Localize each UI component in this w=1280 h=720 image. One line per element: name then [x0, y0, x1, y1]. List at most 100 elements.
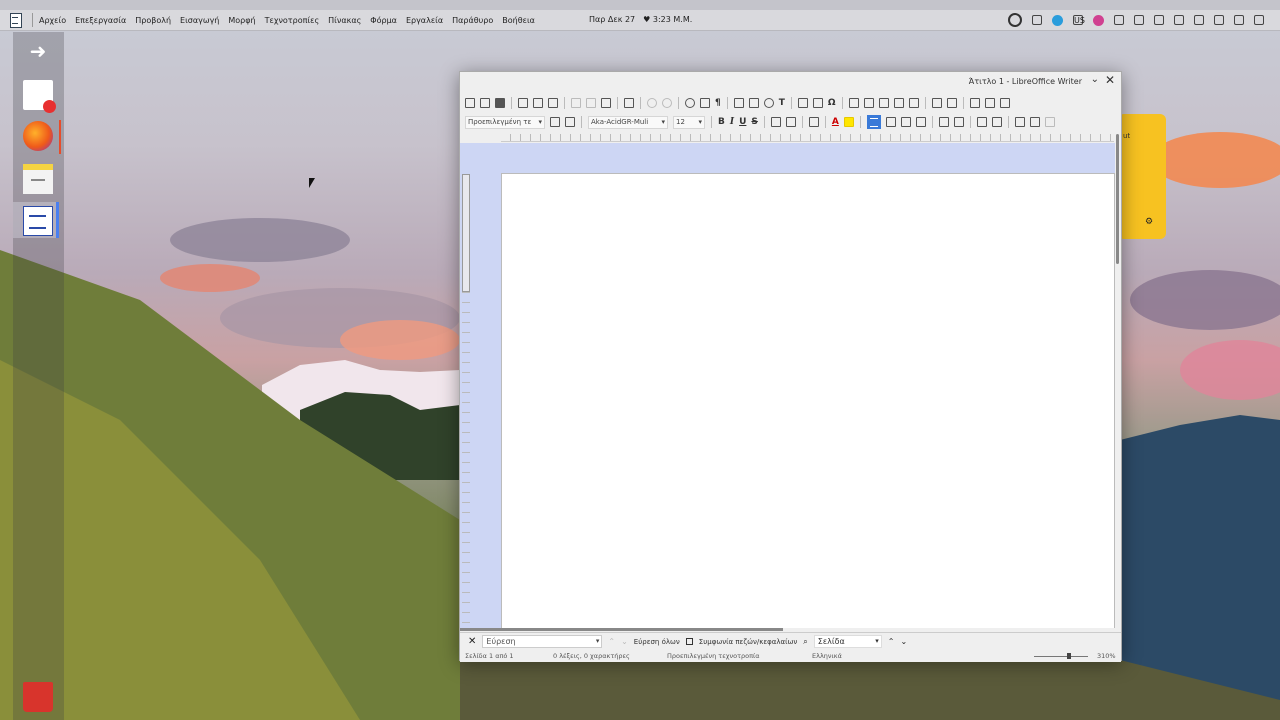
print-icon[interactable]	[533, 98, 543, 108]
navigate-down-icon[interactable]: ⌄	[900, 637, 907, 646]
insert-textbox-icon[interactable]: T	[779, 98, 785, 108]
status-page[interactable]: Σελίδα 1 από 1	[465, 652, 514, 660]
align-right-icon[interactable]	[900, 117, 911, 127]
minimize-icon[interactable]: ⌄	[1091, 74, 1099, 85]
vertical-scrollbar[interactable]	[1115, 134, 1121, 628]
font-size-dropdown[interactable]: 12	[673, 115, 705, 129]
find-next-icon[interactable]: ⌄	[621, 637, 628, 646]
status-page-style[interactable]: Προεπιλεγμένη τεχνοτροπία	[667, 652, 760, 660]
insert-table-icon[interactable]	[733, 98, 744, 108]
brightness-icon[interactable]	[1008, 13, 1022, 27]
app-indicator-icon[interactable]	[1093, 14, 1104, 26]
writer-icon[interactable]	[23, 206, 53, 236]
new-style-icon[interactable]	[565, 117, 575, 127]
gear-icon[interactable]: ⚙	[1145, 217, 1153, 227]
bookmark-icon[interactable]	[893, 98, 904, 108]
draw-functions-icon[interactable]	[999, 98, 1010, 108]
status-zoom[interactable]: 310%	[1097, 652, 1116, 660]
page-break-icon[interactable]	[797, 98, 808, 108]
menu-form[interactable]: Φόρμα	[370, 16, 397, 25]
special-character-icon[interactable]: Ω	[828, 98, 836, 108]
basic-shapes-icon[interactable]	[984, 98, 995, 108]
new-document-icon[interactable]	[465, 98, 475, 108]
camera-icon[interactable]	[1032, 15, 1042, 25]
display-icon[interactable]	[1194, 15, 1204, 25]
match-case-checkbox[interactable]	[685, 638, 693, 645]
align-center-icon[interactable]	[885, 117, 896, 127]
paragraph-style-dropdown[interactable]: Προεπιλεγμένη τε	[465, 115, 545, 129]
menu-table[interactable]: Πίνακας	[328, 16, 361, 25]
paragraph-icon[interactable]	[1029, 117, 1040, 127]
battery-icon[interactable]	[1174, 15, 1184, 25]
horizontal-ruler[interactable]	[501, 134, 1114, 142]
superscript-icon[interactable]	[770, 117, 781, 127]
increase-indent-icon[interactable]	[976, 117, 987, 127]
clone-formatting-icon[interactable]	[624, 98, 634, 108]
sidebar-toggle-icon[interactable]	[1044, 117, 1055, 127]
writer-app-icon[interactable]	[8, 13, 22, 28]
close-icon[interactable]: ✕	[1105, 73, 1115, 87]
trash-icon[interactable]	[23, 682, 53, 712]
find-previous-icon[interactable]: ⌃	[608, 637, 615, 646]
menu-edit[interactable]: Επεξεργασία	[75, 16, 126, 25]
print-preview-icon[interactable]	[548, 98, 558, 108]
horizontal-scrollbar-thumb[interactable]	[460, 628, 783, 631]
navigate-up-icon[interactable]: ⌃	[888, 637, 895, 646]
keyboard-layout[interactable]: US	[1073, 15, 1085, 25]
insert-field-icon[interactable]	[812, 98, 823, 108]
sticky-note[interactable]: ut ⚙	[1118, 114, 1166, 239]
highlight-icon[interactable]	[843, 117, 854, 127]
chat-icon[interactable]	[1214, 15, 1224, 25]
insert-image-icon[interactable]	[748, 98, 759, 108]
close-find-icon[interactable]: ✕	[468, 636, 476, 647]
clear-formatting-icon[interactable]	[808, 117, 819, 127]
status-language[interactable]: Ελληνικά	[812, 652, 842, 660]
zoom-slider[interactable]	[1034, 656, 1088, 657]
navigate-by-dropdown[interactable]: Σελίδα	[813, 635, 882, 648]
copy-icon[interactable]	[586, 98, 596, 108]
menu-tools[interactable]: Εργαλεία	[406, 16, 443, 25]
zoom-slider-handle[interactable]	[1067, 653, 1071, 659]
export-pdf-icon[interactable]	[518, 98, 528, 108]
find-input[interactable]: Εύρεση	[482, 635, 603, 648]
spelling-icon[interactable]	[700, 98, 710, 108]
footnote-icon[interactable]	[863, 98, 874, 108]
cut-icon[interactable]	[571, 98, 581, 108]
align-left-icon[interactable]	[866, 115, 881, 129]
panel-clock[interactable]: Παρ Δεκ 27 ♥ 3:23 Μ.Μ.	[589, 15, 692, 24]
open-icon[interactable]	[480, 98, 490, 108]
formatting-marks-icon[interactable]: ¶	[715, 98, 721, 108]
window-titlebar[interactable]: Άτιτλο 1 - LibreOffice Writer ⌄ ✕	[460, 72, 1121, 93]
bold-icon[interactable]: B	[718, 117, 725, 127]
subscript-icon[interactable]	[785, 117, 796, 127]
bullets-icon[interactable]	[938, 117, 949, 127]
network-icon[interactable]	[1114, 15, 1124, 25]
find-replace-icon[interactable]: ⌕	[803, 637, 807, 647]
files-icon[interactable]	[23, 164, 53, 194]
cross-reference-icon[interactable]	[908, 98, 919, 108]
italic-icon[interactable]: I	[730, 117, 734, 127]
vertical-scrollbar-thumb[interactable]	[1116, 134, 1119, 264]
underline-icon[interactable]: U	[739, 117, 746, 127]
find-icon[interactable]	[685, 98, 695, 108]
status-word-count[interactable]: 0 λέξεις, 0 χαρακτήρες	[553, 652, 630, 660]
save-icon[interactable]	[495, 98, 505, 108]
hyperlink-icon[interactable]	[848, 98, 859, 108]
menu-view[interactable]: Προβολή	[135, 16, 171, 25]
menu-styles[interactable]: Τεχνοτροπίες	[265, 16, 320, 25]
update-style-icon[interactable]	[550, 117, 560, 127]
line-spacing-icon[interactable]	[1014, 117, 1025, 127]
menu-help[interactable]: Βοήθεια	[502, 16, 535, 25]
document-page[interactable]	[501, 173, 1115, 628]
comment-icon[interactable]	[931, 98, 942, 108]
justify-icon[interactable]	[915, 117, 926, 127]
redo-icon[interactable]	[662, 98, 672, 108]
menu-insert[interactable]: Εισαγωγή	[180, 16, 219, 25]
track-changes-icon[interactable]	[946, 98, 957, 108]
font-name-dropdown[interactable]: Aka-AcidGR-Muli	[588, 115, 668, 129]
notes-icon[interactable]	[23, 80, 56, 113]
share-icon[interactable]	[1134, 15, 1144, 25]
paste-icon[interactable]	[601, 98, 611, 108]
insert-chart-icon[interactable]	[763, 98, 774, 108]
telegram-icon[interactable]	[1052, 14, 1063, 26]
